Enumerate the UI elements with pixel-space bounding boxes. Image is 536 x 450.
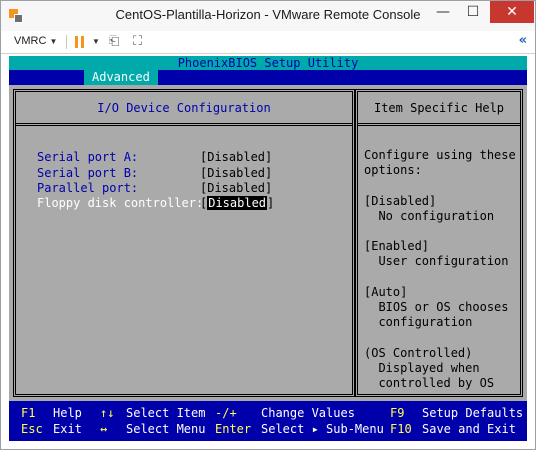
footer-label-select-menu: Select Menu <box>126 422 206 436</box>
setting-serial-port-b-value[interactable]: [Disabled] <box>200 166 272 180</box>
bios-screen[interactable]: PhoenixBIOS Setup Utility Advanced I/O D… <box>9 56 527 441</box>
header-divider <box>358 123 520 124</box>
footer-key-f1: F1 <box>21 406 36 420</box>
settings-header: I/O Device Configuration <box>97 101 271 115</box>
help-line: configuration <box>364 315 473 330</box>
collapse-toolbar-icon[interactable]: « <box>519 33 527 48</box>
help-line: BIOS or OS chooses <box>364 300 509 314</box>
vmrc-toolbar: VMRC ▼ ▼ ⎗ ⛶ « <box>1 31 535 54</box>
help-line: [Enabled] <box>364 239 430 254</box>
vmrc-menu-button[interactable]: VMRC ▼ <box>14 35 57 47</box>
setting-floppy-controller-label: Floppy disk controller: <box>37 196 204 210</box>
footer-label-help: Help <box>53 406 82 420</box>
footer-key-updown: ↑↓ <box>100 406 115 420</box>
help-header: Item Specific Help <box>373 101 505 115</box>
toolbar-divider <box>66 35 67 49</box>
minimize-button[interactable]: — <box>429 1 457 23</box>
help-line: [Disabled] <box>364 193 437 208</box>
setting-serial-port-a-value[interactable]: [Disabled] <box>200 150 272 164</box>
footer-label-change-values: Change Values <box>261 406 355 420</box>
footer-label-select-item: Select Item <box>126 406 206 420</box>
footer-key-esc: Esc <box>21 422 43 436</box>
help-line: [Auto] <box>364 284 408 299</box>
header-divider <box>16 125 352 126</box>
tab-advanced[interactable]: Advanced <box>84 70 158 85</box>
footer-label-setup-defaults: Setup Defaults <box>422 406 524 420</box>
bios-menu-bar: Advanced <box>9 70 527 85</box>
footer-label-select-submenu: Select ▸ Sub-Menu <box>261 422 384 436</box>
setting-parallel-port-label: Parallel port: <box>37 181 139 195</box>
selected-value-highlight: Disabled <box>207 196 268 210</box>
footer-key-f9: F9 <box>390 406 405 420</box>
help-line: controlled by OS <box>364 376 495 390</box>
setting-parallel-port-value[interactable]: [Disabled] <box>200 181 272 195</box>
footer-label-save-and-exit: Save and Exit <box>422 422 516 436</box>
help-line: Configure using these <box>364 148 516 162</box>
footer-key-f10: F10 <box>390 422 412 436</box>
pause-icon[interactable] <box>75 36 85 48</box>
footer-key-enter: Enter <box>215 422 252 436</box>
setting-serial-port-a-label: Serial port A: <box>37 150 139 164</box>
send-ctrl-alt-del-icon[interactable]: ⎗ <box>109 34 119 49</box>
help-line: (OS Controlled) <box>364 345 473 360</box>
help-line: No configuration <box>364 208 495 223</box>
setting-floppy-controller-value[interactable]: [Disabled] <box>200 196 274 210</box>
bios-panel: I/O Device Configuration Serial port A: … <box>9 85 527 401</box>
help-line: Displayed when <box>364 360 480 375</box>
bios-footer: F1 Help ↑↓ Select Item -/+ Change Values… <box>9 401 527 441</box>
header-divider <box>16 123 352 124</box>
help-box: Item Specific Help Configure using these… <box>355 89 523 397</box>
footer-label-exit: Exit <box>53 422 82 436</box>
fullscreen-icon[interactable]: ⛶ <box>133 34 142 49</box>
vmrc-menu-label: VMRC <box>14 35 47 47</box>
help-line: User configuration <box>364 254 509 269</box>
chevron-down-icon: ▼ <box>49 37 58 46</box>
vmrc-window: CentOS-Plantilla-Horizon - VMware Remote… <box>0 0 536 450</box>
bios-title-bar: PhoenixBIOS Setup Utility <box>9 56 527 70</box>
help-line: options: <box>364 163 422 178</box>
close-button[interactable]: ✕ <box>490 1 534 23</box>
maximize-button[interactable]: ☐ <box>459 1 487 23</box>
settings-box: I/O Device Configuration Serial port A: … <box>13 89 355 397</box>
pause-menu-chevron-icon[interactable]: ▼ <box>92 37 100 46</box>
footer-key-minus-plus: -/+ <box>215 406 237 420</box>
title-bar[interactable]: CentOS-Plantilla-Horizon - VMware Remote… <box>1 1 535 31</box>
header-divider <box>358 125 520 126</box>
footer-key-leftright: ↔ <box>100 422 108 436</box>
value-bracket-close: ] <box>267 196 275 210</box>
setting-serial-port-b-label: Serial port B: <box>37 166 139 180</box>
